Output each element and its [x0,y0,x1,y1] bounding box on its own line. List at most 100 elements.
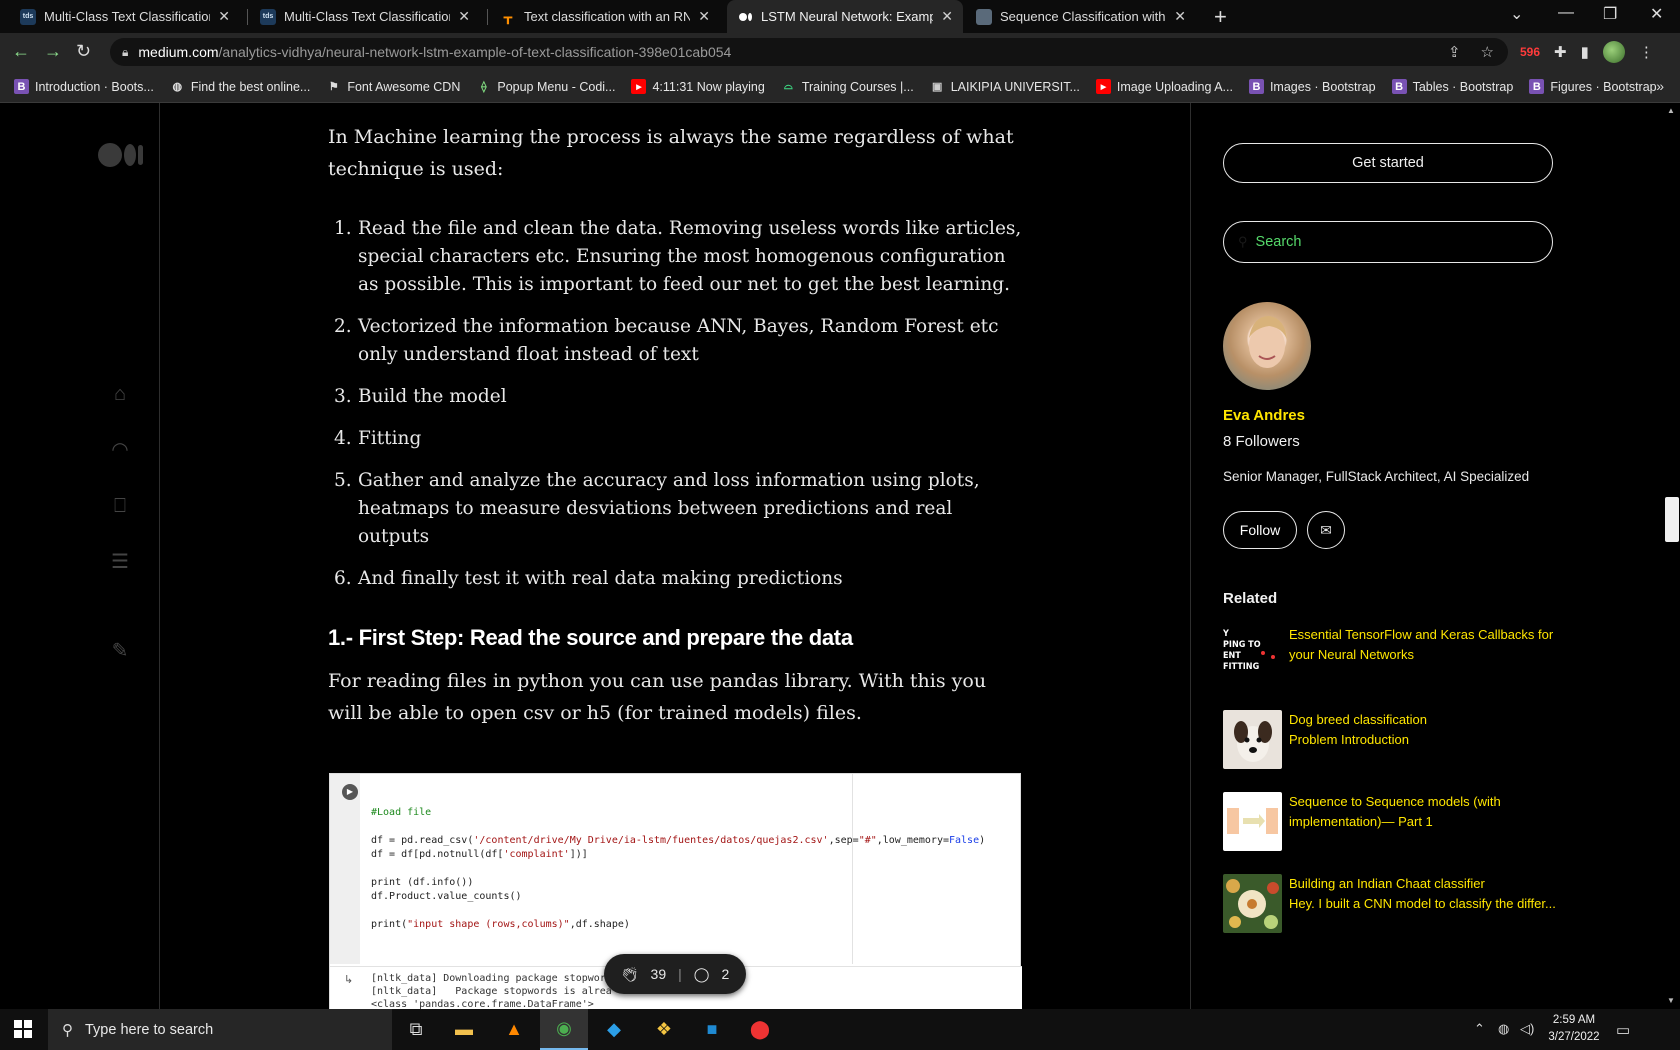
volume-icon[interactable]: ◁) [1520,1021,1534,1037]
right-sidebar: Get started ⚲ Search Eva Andres 8 Follow… [1190,103,1664,1009]
home-icon[interactable]: ⌂ [108,382,132,406]
app-blue-icon[interactable]: ■ [688,1009,736,1050]
author-name[interactable]: Eva Andres [1223,407,1305,424]
tab-5[interactable]: Sequence Classification with LST ✕ [966,0,1196,33]
medium-favicon-icon [737,9,753,25]
taskbar-search-input[interactable]: ⚲ Type here to search [48,1009,392,1050]
medium-logo-icon[interactable] [98,143,143,167]
scroll-down-arrow-icon[interactable]: ▼ [1667,996,1675,1005]
reload-icon[interactable]: ↻ [76,41,91,62]
codepen-icon: ⟠ [481,81,487,93]
bookmark-item[interactable]: ⌓ Training Courses |... [781,79,914,94]
screen-recorder-icon[interactable]: ⬤ [736,1009,784,1050]
vscode-icon[interactable]: ◆ [590,1009,638,1050]
extensions-puzzle-icon[interactable]: ✚ [1554,43,1567,61]
clap-response-bar: 👏︎ 39 | ◯ 2 [604,954,746,994]
bookmark-item[interactable]: ⚑ Font Awesome CDN [326,79,460,94]
code-line: df = df[pd.notnull(df['complaint'])] [371,849,588,860]
menu-kebab-icon[interactable]: ⋮ [1639,43,1654,61]
author-avatar[interactable] [1223,302,1311,390]
profile-avatar[interactable] [1602,41,1625,63]
bookmark-item[interactable]: ⟠ Popup Menu - Codi... [476,79,615,94]
close-tab-icon[interactable]: ✕ [218,8,230,25]
section-heading: 1.- First Step: Read the source and prep… [328,625,853,650]
task-view-icon[interactable]: ⧉ [392,1009,440,1050]
related-thumbnail [1223,874,1282,933]
related-item[interactable]: Y PING TO ENT FITTING Essential TensorFl… [1223,625,1563,685]
bookmarks-list-icon[interactable]: ⎕ [108,494,132,518]
notifications-bell-icon[interactable]: ◠ [108,438,132,462]
bookmark-item[interactable]: ▣ LAIKIPIA UNIVERSIT... [930,79,1080,94]
close-tab-icon[interactable]: ✕ [941,8,953,25]
bookmark-star-icon[interactable]: ☆ [1481,43,1494,61]
back-arrow-icon[interactable]: ← [12,41,30,62]
related-title: Sequence to Sequence models (with implem… [1289,794,1501,829]
tab-3[interactable]: ᚁ Text classification with an RNN | ✕ [490,0,720,33]
page-scrollbar[interactable] [1664,103,1680,1009]
related-item[interactable]: Dog breed classification Problem Introdu… [1223,710,1563,770]
tab-1-title: Multi-Class Text Classification wit [44,9,211,24]
bookmark-item[interactable]: ▶ Image Uploading A... [1095,79,1233,94]
vlc-icon[interactable]: ▲ [490,1009,538,1050]
bookmark-item[interactable]: B Tables · Bootstrap [1391,79,1513,94]
bookmark-item[interactable]: B Figures · Bootstrap [1529,79,1657,94]
code-line: df.Product.value_counts() [371,891,522,902]
bookmark-item[interactable]: ◍ Find the best online... [170,79,311,94]
network-globe-icon[interactable]: ◍ [1498,1021,1509,1037]
minimize-icon[interactable]: — [1558,4,1574,22]
tab-2-title: Multi-Class Text Classification Mc [284,9,451,24]
flag-icon: ⚑ [328,81,339,93]
tab-1[interactable]: tds Multi-Class Text Classification wit … [10,0,240,33]
share-icon[interactable]: ⇪ [1448,43,1461,61]
clap-icon[interactable]: 👏︎ [621,966,639,983]
forward-arrow-icon[interactable]: → [44,41,62,62]
extension-badge-icon[interactable]: 596 [1520,45,1540,59]
close-window-icon[interactable]: ✕ [1650,4,1663,24]
url-host: medium.com [138,44,219,60]
bookmark-item[interactable]: ▶ 4:11:31 Now playing [631,79,765,94]
tab-2[interactable]: tds Multi-Class Text Classification Mc ✕ [250,0,480,33]
windows-start-icon[interactable] [14,1020,32,1038]
restore-icon[interactable]: ❐ [1603,4,1617,24]
chrome-icon[interactable]: ◉ [540,1009,588,1050]
list-item: 4. Fitting [334,428,422,449]
bookmarks-bar: B Introduction · Boots... ◍ Find the best … [0,71,1680,103]
file-explorer-icon[interactable]: ▬ [440,1009,488,1050]
write-pencil-icon[interactable]: ✎ [108,639,132,663]
bootstrap-icon: B [1529,79,1545,94]
stories-document-icon[interactable]: ☰ [108,550,132,574]
new-tab-icon[interactable]: + [1214,4,1227,30]
git-kraken-icon[interactable]: ❖ [640,1009,688,1050]
response-bubble-icon[interactable]: ◯ [694,966,710,983]
bookmark-item[interactable]: B Images · Bootstrap [1248,79,1376,94]
follow-button[interactable]: Follow [1223,511,1297,549]
close-tab-icon[interactable]: ✕ [698,8,710,25]
taskbar-clock[interactable]: 2:59 AM 3/27/2022 [1543,1012,1605,1046]
more-bookmarks-chevron-icon[interactable]: » [1656,78,1664,94]
close-tab-icon[interactable]: ✕ [458,8,470,25]
tab-4-active[interactable]: LSTM Neural Network: Example c ✕ [727,0,963,33]
close-tab-icon[interactable]: ✕ [1174,8,1186,25]
side-panel-icon[interactable]: ▮ [1581,43,1589,61]
subscribe-email-icon[interactable]: ✉ [1307,511,1345,549]
list-item: 3. Build the model [334,386,507,407]
code-line: print("input shape (rows,colums)",df.sha… [371,919,630,930]
related-item[interactable]: Sequence to Sequence models (with implem… [1223,792,1563,852]
search-input[interactable]: ⚲ Search [1223,221,1553,263]
tensorflow-favicon-icon: ᚁ [504,8,512,26]
address-bar[interactable]: 🔒︎ medium.com/analytics-vidhya/neural-ne… [110,38,1508,66]
tab-5-title: Sequence Classification with LST [1000,9,1166,24]
tray-chevron-icon[interactable]: ⌃ [1474,1021,1485,1037]
scrollbar-thumb[interactable] [1665,497,1679,542]
university-icon: ▣ [931,81,943,93]
tab-4-title: LSTM Neural Network: Example c [761,9,934,24]
notification-center-icon[interactable]: ▭ [1616,1021,1630,1039]
author-followers[interactable]: 8 Followers [1223,433,1300,450]
scroll-up-arrow-icon[interactable]: ▲ [1667,106,1675,115]
get-started-button[interactable]: Get started [1223,143,1553,183]
related-item[interactable]: Building an Indian Chaat classifier Hey.… [1223,874,1563,934]
globe-icon: ◍ [172,81,183,93]
bookmark-item[interactable]: B Introduction · Boots... [14,79,154,94]
tab-search-chevron-icon[interactable]: ⌄ [1510,4,1523,24]
android-icon: ⌓ [783,80,793,92]
